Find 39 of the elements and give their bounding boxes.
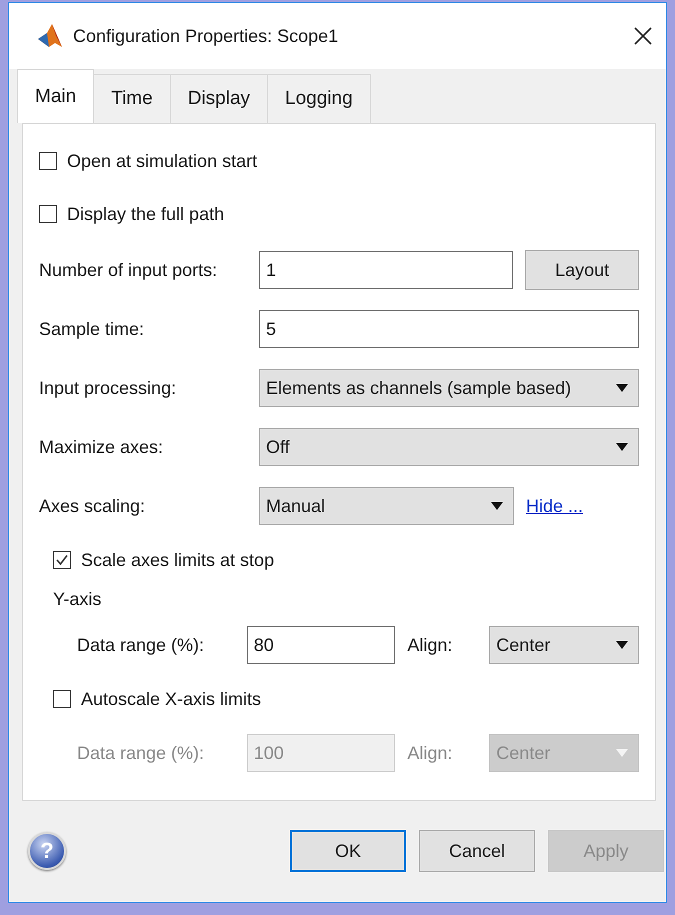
dropdown[interactable]: Center bbox=[489, 626, 639, 664]
field-label: Input processing: bbox=[39, 378, 178, 398]
checkbox-label: Scale axes limits at stop bbox=[81, 550, 274, 570]
dialog-button[interactable]: OK bbox=[290, 830, 406, 872]
checkbox[interactable] bbox=[39, 205, 57, 223]
field-label: Data range (%): bbox=[77, 742, 206, 764]
close-icon[interactable] bbox=[634, 27, 652, 45]
checkbox[interactable] bbox=[53, 690, 71, 708]
input-field[interactable]: 5 bbox=[259, 310, 639, 348]
window-title: Configuration Properties: Scope1 bbox=[73, 26, 340, 46]
checkbox-label: Display the full path bbox=[67, 204, 224, 224]
field-label: Number of input ports: bbox=[39, 260, 218, 280]
hide-link[interactable]: Hide ... bbox=[526, 496, 584, 516]
section-heading: Y-axis bbox=[53, 589, 102, 610]
input-field[interactable]: 80 bbox=[246, 626, 396, 664]
caret-icon bbox=[616, 443, 628, 451]
field-label: Align: bbox=[406, 742, 454, 764]
tab[interactable]: Logging bbox=[267, 74, 371, 123]
field-label: Maximize axes: bbox=[39, 436, 164, 458]
layout-button[interactable]: Layout bbox=[525, 250, 639, 290]
checkbox-label: Autoscale X-axis limits bbox=[81, 688, 262, 710]
field-label: Sample time: bbox=[39, 318, 146, 340]
checkbox-label: Open at simulation start bbox=[67, 150, 258, 172]
field-label: Axes scaling: bbox=[39, 496, 146, 516]
caret-icon bbox=[616, 749, 628, 757]
dropdown[interactable]: Off bbox=[259, 428, 639, 466]
field-label: Data range (%): bbox=[77, 634, 206, 656]
app-logo-icon bbox=[37, 23, 63, 49]
checkbox[interactable] bbox=[53, 551, 71, 569]
caret-icon bbox=[616, 384, 628, 392]
caret-icon bbox=[616, 641, 628, 649]
dropdown[interactable]: Elements as channels (sample based) bbox=[259, 369, 639, 407]
dialog-button[interactable]: Cancel bbox=[419, 830, 535, 872]
field-label: Align: bbox=[406, 634, 454, 656]
dropdown[interactable]: Manual bbox=[259, 487, 514, 525]
caret-icon bbox=[491, 502, 503, 510]
tab[interactable]: Main bbox=[17, 69, 94, 123]
checkbox[interactable] bbox=[39, 152, 57, 170]
input-field[interactable]: 1 bbox=[259, 251, 514, 289]
